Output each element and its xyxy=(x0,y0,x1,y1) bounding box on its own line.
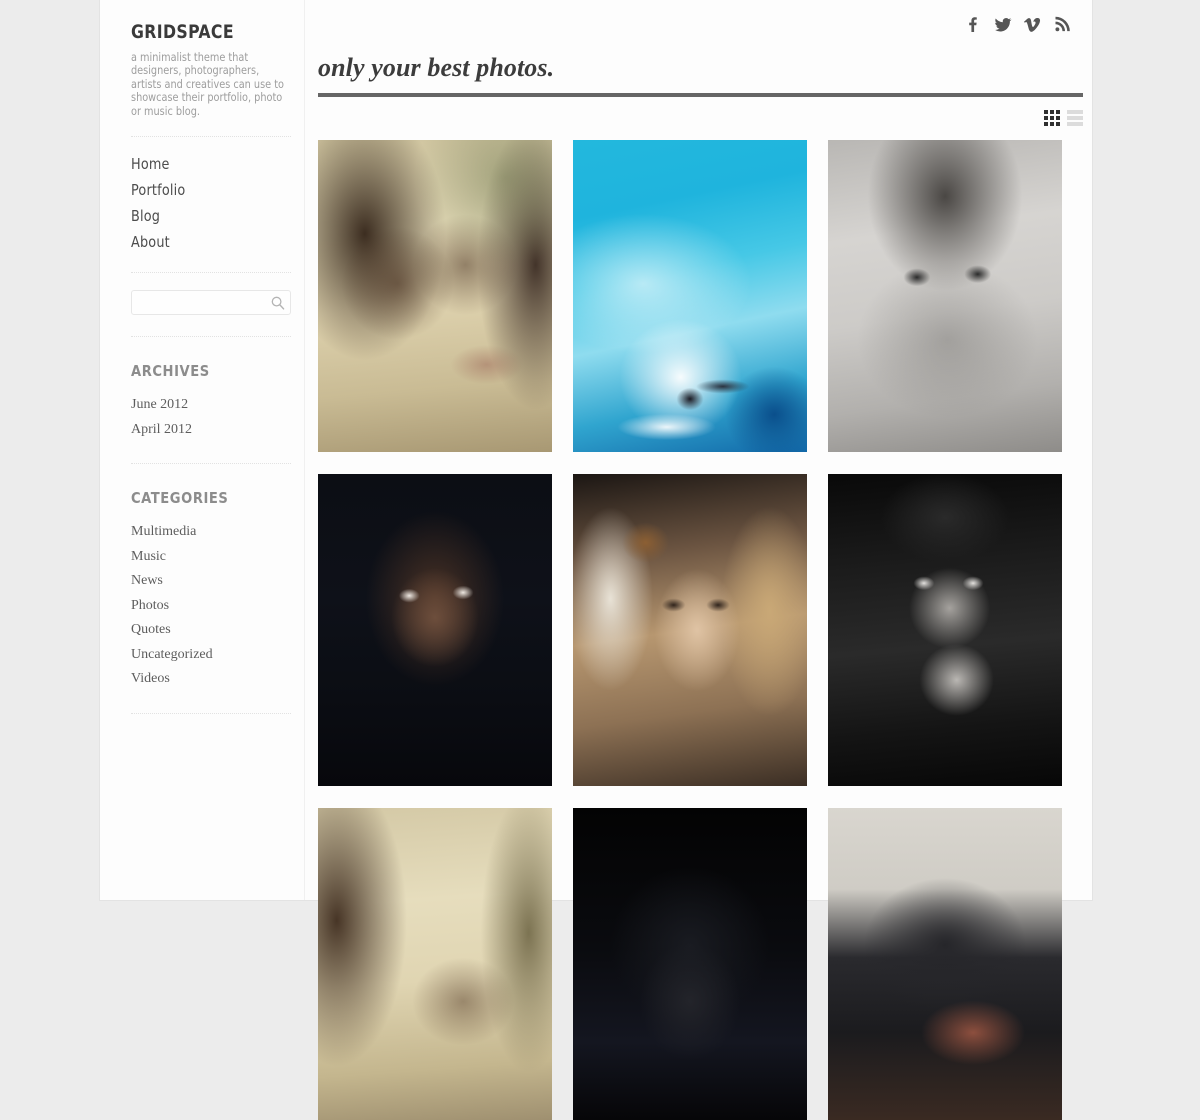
thumbnail-dark-leather[interactable]: Dark low-key photograph xyxy=(573,808,807,1120)
grid-icon xyxy=(1044,109,1060,126)
list-item[interactable]: Quotes xyxy=(131,618,304,642)
nav-item-about[interactable]: About xyxy=(131,231,304,254)
main-content: only your best photos. Close-up portrait… xyxy=(306,0,1092,1120)
search-form[interactable] xyxy=(131,290,291,316)
nav-link-blog[interactable]: Blog xyxy=(131,205,295,228)
sidebar-divider-2 xyxy=(131,272,291,274)
page-title: only your best photos. xyxy=(318,53,555,82)
facebook-icon[interactable] xyxy=(964,16,981,33)
search-icon xyxy=(270,295,286,311)
thumbnail-image xyxy=(318,808,552,1120)
thumbnail-image xyxy=(828,808,1062,1120)
thumbnail-blonde-feathers[interactable]: Blonde woman with feather headpiece xyxy=(573,474,807,786)
category-link-news[interactable]: News xyxy=(131,569,304,593)
title-divider xyxy=(318,93,1083,97)
page-frame: GRIDSPACE a minimalist theme that design… xyxy=(100,0,1092,1120)
search-widget xyxy=(131,290,304,316)
view-toggle xyxy=(318,109,1083,126)
category-link-videos[interactable]: Videos xyxy=(131,667,304,691)
thumbnail-man-hoodie[interactable]: Portrait of a man wearing a dark hoodie xyxy=(318,474,552,786)
thumbnail-surfer-wave[interactable]: Surfer riding inside a turquoise barrel … xyxy=(573,140,807,452)
categories-list: Multimedia Music News Photos Quotes Unca… xyxy=(131,520,304,691)
site-tagline: a minimalist theme that designers, photo… xyxy=(131,49,284,118)
site-title[interactable]: GRIDSPACE xyxy=(131,22,290,43)
sidebar: GRIDSPACE a minimalist theme that design… xyxy=(100,0,305,900)
thumbnail-image xyxy=(828,140,1062,452)
nav-item-home[interactable]: Home xyxy=(131,153,304,176)
list-item[interactable]: June 2012 xyxy=(131,393,304,417)
nav-item-portfolio[interactable]: Portfolio xyxy=(131,179,304,202)
grid-view-icon[interactable] xyxy=(1044,109,1060,126)
category-link-multimedia[interactable]: Multimedia xyxy=(131,520,304,544)
vimeo-icon[interactable] xyxy=(1024,16,1041,33)
archives-list: June 2012 April 2012 xyxy=(131,393,304,441)
social-links xyxy=(964,16,1071,33)
search-input[interactable] xyxy=(132,291,266,315)
sidebar-divider-4 xyxy=(131,463,291,465)
main-nav: Home Portfolio Blog About xyxy=(131,153,304,254)
nav-link-home[interactable]: Home xyxy=(131,153,295,176)
list-item[interactable]: April 2012 xyxy=(131,418,304,442)
list-item[interactable]: Multimedia xyxy=(131,520,304,544)
category-link-photos[interactable]: Photos xyxy=(131,594,304,618)
list-item[interactable]: Uncategorized xyxy=(131,643,304,667)
thumbnail-image xyxy=(573,808,807,1120)
sidebar-divider-3 xyxy=(131,336,291,338)
list-item[interactable]: Music xyxy=(131,545,304,569)
archives-widget: ARCHIVES June 2012 April 2012 xyxy=(131,362,304,441)
list-view-icon[interactable] xyxy=(1067,109,1083,126)
category-link-quotes[interactable]: Quotes xyxy=(131,618,304,642)
thumbnail-image xyxy=(573,140,807,452)
thumbnail-portrait-bw[interactable]: Black and white portrait of a freckled w… xyxy=(828,140,1062,452)
sidebar-divider-1 xyxy=(131,136,291,138)
list-icon xyxy=(1067,109,1083,126)
list-item[interactable]: Videos xyxy=(131,667,304,691)
category-link-uncategorized[interactable]: Uncategorized xyxy=(131,643,304,667)
thumbnail-image xyxy=(318,474,552,786)
archives-title: ARCHIVES xyxy=(131,362,210,381)
categories-widget: CATEGORIES Multimedia Music News Photos … xyxy=(131,489,304,691)
thumbnail-image xyxy=(573,474,807,786)
archive-link-june-2012[interactable]: June 2012 xyxy=(131,393,304,417)
list-item[interactable]: News xyxy=(131,569,304,593)
category-link-music[interactable]: Music xyxy=(131,545,304,569)
thumbnail-portrait-sepia-2[interactable]: Sepia portrait of a woman, partial crop xyxy=(318,808,552,1120)
list-item[interactable]: Photos xyxy=(131,594,304,618)
twitter-icon[interactable] xyxy=(994,16,1012,33)
rss-icon[interactable] xyxy=(1054,16,1071,33)
search-button[interactable] xyxy=(270,295,286,311)
categories-title: CATEGORIES xyxy=(131,489,229,508)
nav-item-blog[interactable]: Blog xyxy=(131,205,304,228)
nav-link-portfolio[interactable]: Portfolio xyxy=(131,179,295,202)
archive-link-april-2012[interactable]: April 2012 xyxy=(131,418,304,442)
photo-grid: Close-up portrait of a young woman, warm… xyxy=(318,140,1083,1120)
thumbnail-image xyxy=(828,474,1062,786)
nav-link-about[interactable]: About xyxy=(131,231,295,254)
thumbnail-old-man-cap[interactable]: Black and white portrait of an older man… xyxy=(828,474,1062,786)
thumbnail-hat-portrait[interactable]: Person wearing a wide-brimmed black hat xyxy=(828,808,1062,1120)
thumbnail-image xyxy=(318,140,552,452)
thumbnail-portrait-sepia[interactable]: Close-up portrait of a young woman, warm… xyxy=(318,140,552,452)
sidebar-divider-5 xyxy=(131,712,291,714)
